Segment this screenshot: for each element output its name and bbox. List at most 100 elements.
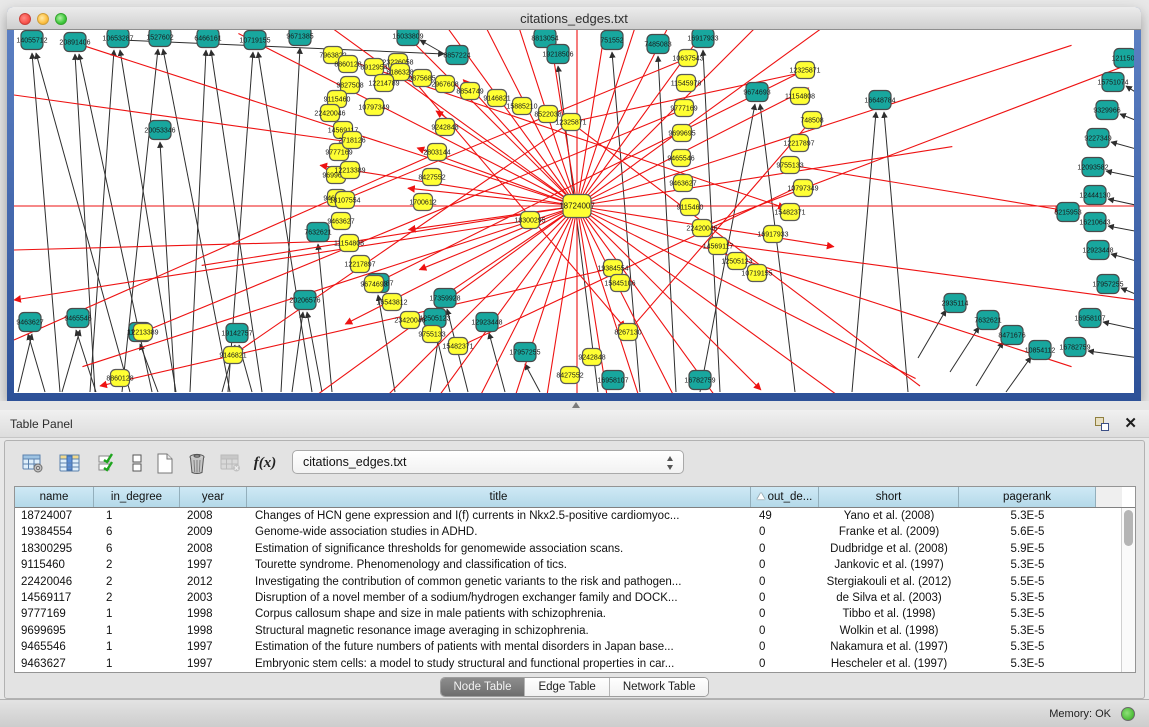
column-header-title[interactable]: title — [247, 487, 751, 507]
node-label: 16210643 — [1079, 220, 1110, 227]
black-edge — [1088, 351, 1134, 358]
column-header-pagerank[interactable]: pagerank — [959, 487, 1096, 507]
memory-status-label: Memory: OK — [1049, 700, 1111, 727]
table-row[interactable]: 2242004622012Investigating the contribut… — [15, 574, 1135, 590]
table-row[interactable]: 946554611997Estimation of the future num… — [15, 639, 1135, 655]
node-label: 9329966 — [1093, 108, 1120, 115]
cell: 5.6E-5 — [959, 524, 1096, 540]
tab-edge-table[interactable]: Edge Table — [525, 678, 609, 696]
node-label: 10797349 — [787, 186, 818, 193]
cell: 5.9E-5 — [959, 541, 1096, 557]
table-row[interactable]: 1456911722003Disruption of a novel membe… — [15, 590, 1135, 606]
table-row[interactable]: 977716911998Corpus callosum shape and si… — [15, 606, 1135, 622]
table-row[interactable]: 946362711997Embryonic stem cells: a mode… — [15, 656, 1135, 672]
column-header-short[interactable]: short — [819, 487, 959, 507]
cell: 0 — [751, 639, 819, 655]
cell: 2 — [94, 590, 180, 606]
table-row[interactable]: 969969511998Structural magnetic resonanc… — [15, 623, 1135, 639]
select-all-rows-button[interactable] — [93, 449, 121, 477]
network-canvas[interactable]: 1405571220891406106532871527602646616110… — [14, 30, 1134, 393]
node-table: namein_degreeyeartitleout_de...shortpage… — [14, 486, 1136, 673]
table-row[interactable]: 1830029562008Estimation of significance … — [15, 541, 1135, 557]
red-edge — [14, 220, 530, 300]
cell: Stergiakouli et al. (2012) — [819, 574, 959, 590]
node-label: 11154808 — [785, 94, 815, 101]
cell: 1 — [94, 656, 180, 672]
cell: 5.3E-5 — [959, 639, 1096, 655]
cell: Structural magnetic resonance image aver… — [247, 623, 751, 639]
node-label: 20891406 — [59, 40, 90, 47]
black-edge — [292, 312, 303, 392]
node-label: 9115460 — [677, 205, 704, 212]
black-edge — [140, 344, 158, 392]
table-selector-dropdown[interactable]: citations_edges.txt — [292, 450, 684, 474]
new-table-button[interactable] — [151, 449, 179, 477]
cell: Genome-wide association studies in ADHD. — [247, 524, 751, 540]
cell: 5.3E-5 — [959, 590, 1096, 606]
node-label: 16782759 — [684, 378, 715, 385]
column-header-year[interactable]: year — [180, 487, 247, 507]
node-label: 9827508 — [336, 83, 363, 90]
column-header-name[interactable]: name — [15, 487, 94, 507]
cell: 0 — [751, 541, 819, 557]
node-label: 9242848 — [431, 125, 458, 132]
function-builder-button[interactable]: f(x) — [251, 449, 279, 477]
table-row[interactable]: 1938455462009Genome-wide association stu… — [15, 524, 1135, 540]
cell: 0 — [751, 656, 819, 672]
close-panel-icon[interactable]: ✕ — [1124, 414, 1137, 432]
node-label: 10797349 — [358, 105, 389, 112]
memory-status-indicator — [1121, 707, 1135, 721]
scrollbar-thumb[interactable] — [1124, 510, 1133, 546]
delete-table-button[interactable] — [183, 449, 211, 477]
float-panel-icon[interactable] — [1095, 417, 1109, 431]
cell: 9463627 — [15, 656, 94, 672]
sort-ascending-icon — [757, 493, 765, 500]
node-label: 10719155 — [741, 271, 772, 278]
node-label: 8857224 — [443, 53, 470, 60]
node-label: 15482371 — [774, 210, 805, 217]
column-header-out-de-[interactable]: out_de... — [751, 487, 819, 507]
node-label: 2803144 — [423, 150, 450, 157]
node-label: 8813054 — [531, 36, 558, 43]
table-row[interactable]: 1872400712008Changes of HCN gene express… — [15, 508, 1135, 524]
cell: 5.3E-5 — [959, 623, 1096, 639]
table-settings-button[interactable] — [19, 449, 47, 477]
cell: 6 — [94, 524, 180, 540]
red-edge — [14, 241, 347, 250]
node-label: 11545978 — [671, 81, 702, 88]
cell: 5.5E-5 — [959, 574, 1096, 590]
node-label: 14569117 — [703, 244, 734, 251]
red-edge — [577, 206, 761, 390]
table-scrollbar[interactable] — [1121, 508, 1135, 672]
tab-network-table[interactable]: Network Table — [610, 678, 709, 696]
split-pane-divider[interactable] — [0, 401, 1149, 410]
cell: Wolkin et al. (1998) — [819, 623, 959, 639]
node-label: 9777169 — [670, 106, 697, 113]
node-label: 1700612 — [409, 200, 436, 207]
select-columns-button[interactable] — [56, 449, 84, 477]
destroy-table-button-disabled — [217, 449, 245, 477]
tab-node-table[interactable]: Node Table — [441, 678, 526, 696]
black-edge — [258, 52, 312, 392]
window-titlebar[interactable]: citations_edges.txt — [7, 7, 1141, 30]
cell: 5.3E-5 — [959, 508, 1096, 524]
table-body: 1872400712008Changes of HCN gene express… — [15, 508, 1135, 672]
cell: Embryonic stem cells: a model to study s… — [247, 656, 751, 672]
cell: 1997 — [180, 557, 247, 573]
red-edge — [14, 95, 350, 142]
divider-collapse-arrow-icon[interactable] — [572, 402, 580, 408]
node-label: 8427552 — [556, 373, 583, 380]
row-options-button[interactable] — [123, 449, 151, 477]
node-label: 12444130 — [1079, 193, 1110, 200]
table-tabs: Node TableEdge TableNetwork Table — [5, 677, 1144, 698]
black-edge — [1108, 199, 1134, 206]
node-label: 9463627 — [16, 320, 43, 327]
cell: 2012 — [180, 574, 247, 590]
node-label: 8471676 — [998, 333, 1025, 340]
node-label: 9755133 — [418, 332, 445, 339]
node-label: 7632621 — [304, 230, 331, 237]
cell: 1 — [94, 623, 180, 639]
column-header-in-degree[interactable]: in_degree — [94, 487, 180, 507]
table-row[interactable]: 911546021997Tourette syndrome. Phenomeno… — [15, 557, 1135, 573]
cell: 49 — [751, 508, 819, 524]
